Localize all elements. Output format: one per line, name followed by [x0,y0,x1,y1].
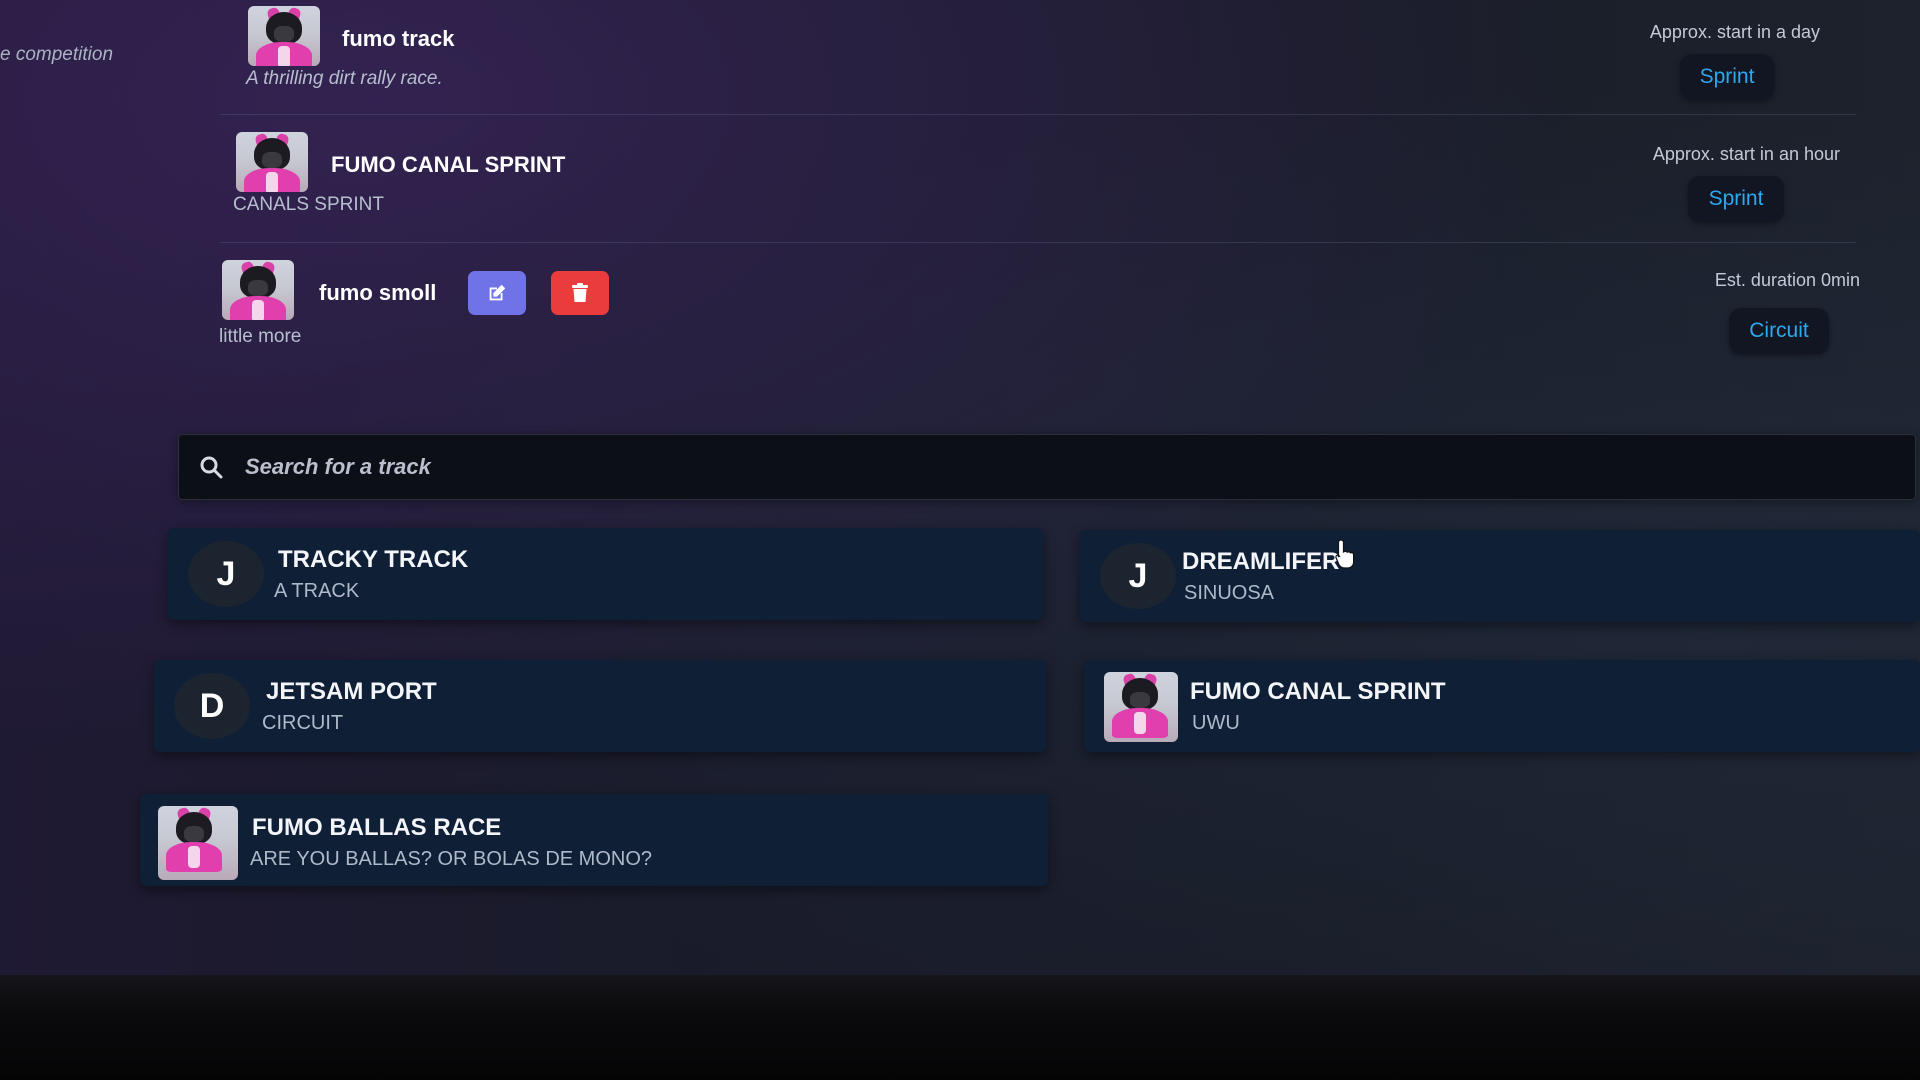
track-subtitle: CIRCUIT [262,712,344,734]
track-card[interactable]: D JETSAM PORT CIRCUIT [154,660,1046,752]
hand-pointer-icon [1335,539,1355,569]
event-subtitle: little more [219,326,302,347]
track-thumbnail [158,806,238,880]
track-title: DREAMLIFER [1182,548,1340,575]
event-thumbnail [248,6,320,66]
event-subtitle: CANALS SPRINT [233,194,384,215]
event-row-fumo-canal-sprint[interactable]: FUMO CANAL SPRINT CANALS SPRINT Approx. … [0,118,1920,228]
pencil-square-icon [489,284,506,301]
app-screen: e competition fumo track A thrilling dir… [0,0,1920,975]
track-search-bar[interactable] [178,434,1916,500]
event-start-time: Approx. start in a day [1649,22,1820,42]
event-thumbnail [222,260,294,320]
track-subtitle: ARE YOU BALLAS? OR BOLAS DE MONO? [250,848,652,870]
event-mode-badge[interactable]: Circuit [1729,308,1829,354]
track-title: FUMO CANAL SPRINT [1190,678,1446,705]
track-subtitle: A TRACK [274,580,360,602]
edit-event-button[interactable] [468,271,526,315]
event-start-time: Approx. start in an hour [1652,144,1840,164]
magnifier-icon [200,456,223,479]
event-row-fumo-smoll[interactable]: fumo smoll little more Est. duration 0mi… [0,248,1920,358]
track-card[interactable]: J TRACKY TRACK A TRACK [168,528,1043,620]
event-subtitle: A thrilling dirt rally race. [246,68,443,89]
trash-icon [572,283,588,302]
track-title: TRACKY TRACK [278,546,469,573]
event-thumbnail [236,132,308,192]
track-thumbnail [1104,672,1178,742]
event-duration: Est. duration 0min [1714,270,1860,290]
track-subtitle: SINUOSA [1184,582,1275,604]
event-title: fumo track [342,26,455,51]
track-card[interactable]: J DREAMLIFER SINUOSA [1080,530,1920,622]
track-card[interactable]: FUMO CANAL SPRINT UWU [1084,660,1920,752]
event-divider [220,242,1856,243]
track-subtitle: UWU [1192,712,1240,734]
track-avatar: J [1100,543,1176,609]
event-title: FUMO CANAL SPRINT [331,152,566,177]
track-avatar: J [188,541,264,607]
track-title: JETSAM PORT [266,678,437,705]
event-row-fumo-track[interactable]: fumo track A thrilling dirt rally race. … [0,0,1920,110]
delete-event-button[interactable] [551,271,609,315]
event-mode-badge[interactable]: Sprint [1680,54,1774,100]
event-mode-badge[interactable]: Sprint [1688,176,1784,222]
track-avatar: D [174,673,250,739]
track-card[interactable]: FUMO BALLAS RACE ARE YOU BALLAS? OR BOLA… [140,794,1048,886]
track-search-input[interactable] [243,435,1887,499]
monitor-bezel [0,975,1920,1080]
track-title: FUMO BALLAS RACE [252,814,502,841]
event-title: fumo smoll [319,280,437,305]
event-divider [220,114,1856,115]
